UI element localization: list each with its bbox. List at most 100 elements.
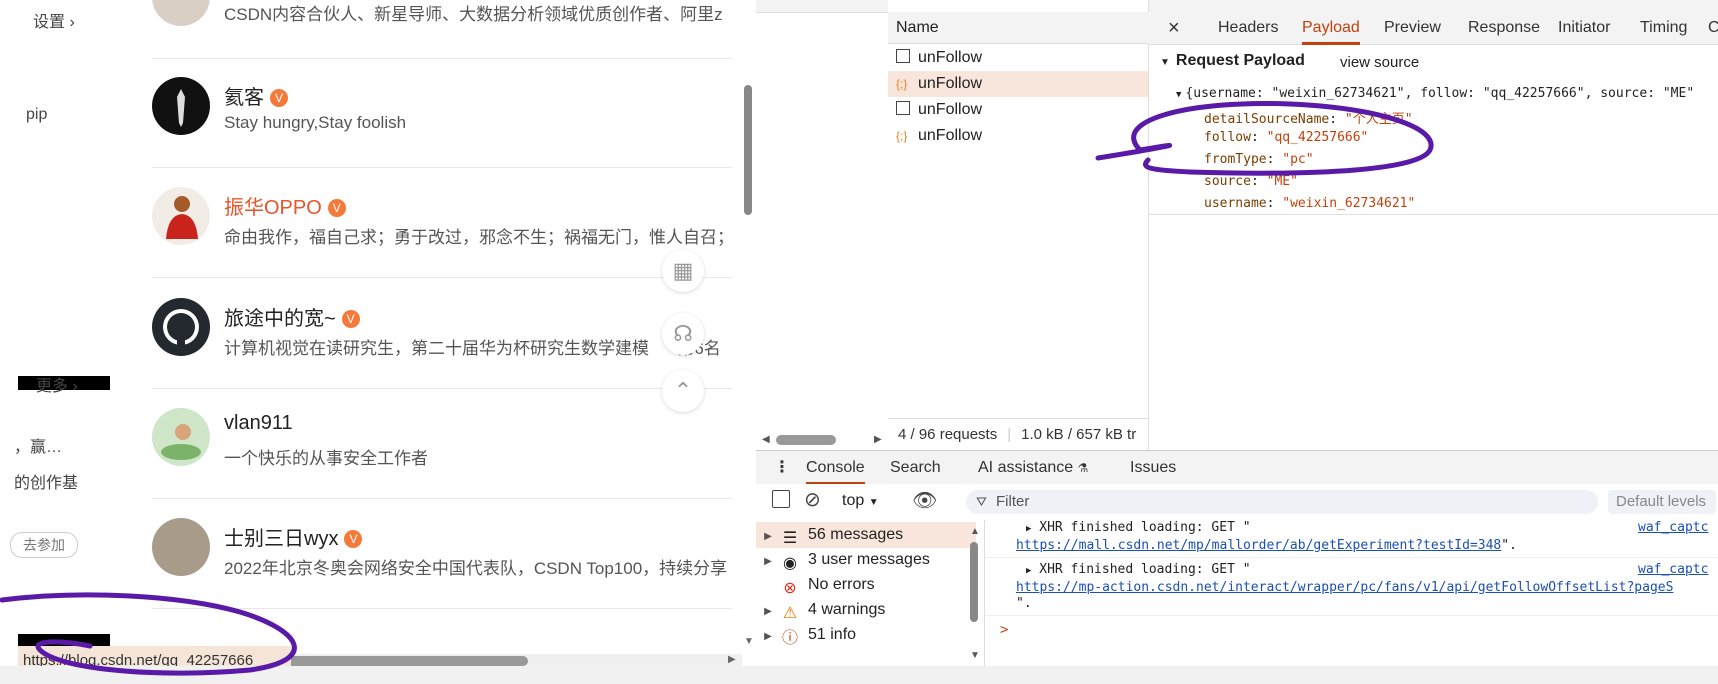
request-row[interactable]: {;} unFollow	[888, 123, 1148, 149]
payload-value: "ME"	[1266, 174, 1298, 189]
clear-console-icon[interactable]: ⊘	[804, 487, 821, 512]
payload-field: source: "ME"	[1204, 174, 1298, 189]
avatar[interactable]	[152, 518, 210, 576]
xhr-icon: {;}	[896, 129, 908, 143]
user-name[interactable]: 旅途中的宽~ V	[224, 302, 360, 331]
console-prompt[interactable]: >	[1000, 622, 1008, 638]
tab-timing[interactable]: Timing	[1640, 12, 1687, 44]
tab-initiator[interactable]: Initiator	[1558, 12, 1610, 44]
list-item[interactable]: vlan911 一个快乐的从事安全工作者	[152, 378, 732, 499]
back-to-top-icon[interactable]: ⌃	[662, 370, 704, 412]
user-name-text: 振华OPPO	[224, 197, 322, 219]
context-selector[interactable]: top ▼	[842, 492, 879, 510]
log-url-line: https://mall.csdn.net/mp/mallorder/ab/ge…	[1016, 538, 1517, 553]
drawer-menu-icon[interactable]: ⋮	[774, 451, 790, 485]
transfer-size: 1.0 kB / 657 kB tr	[1021, 426, 1137, 443]
log-url-link[interactable]: https://mp-action.csdn.net/interact/wrap…	[1016, 580, 1673, 595]
list-item[interactable]: 氦客 V Stay hungry,Stay foolish	[152, 47, 732, 168]
avatar[interactable]	[152, 77, 210, 135]
request-row[interactable]: unFollow	[888, 45, 1148, 71]
list-item[interactable]: 振华OPPO V 命由我作，福自己求；勇于改过，邪念不生；祸福无门，惟人自召；	[152, 157, 734, 278]
tab-cookies[interactable]: C	[1708, 12, 1718, 44]
sidebar-item-label: 3 user messages	[808, 551, 930, 568]
expand-icon: ▼	[1176, 90, 1182, 100]
sidebar-item-user-messages[interactable]: ▶ ◉ 3 user messages	[756, 547, 976, 573]
tab-preview[interactable]: Preview	[1384, 12, 1441, 44]
tab-ai-assistance[interactable]: AI assistance ⚗	[978, 451, 1088, 485]
user-name[interactable]: vlan911	[224, 412, 293, 435]
avatar-figure-icon	[166, 196, 198, 239]
request-row[interactable]: unFollow	[888, 97, 1148, 123]
verified-icon: V	[344, 530, 363, 548]
tab-search[interactable]: Search	[890, 451, 941, 485]
dropdown-icon: ▼	[868, 497, 879, 508]
tab-issues[interactable]: Issues	[1130, 451, 1176, 485]
name-column-header[interactable]: Name	[888, 12, 1148, 44]
view-source-link[interactable]: view source	[1340, 54, 1419, 71]
filter-icon: ⛛	[976, 494, 987, 509]
user-name[interactable]: 氦客 V	[224, 81, 288, 110]
sidebar-toggle-icon[interactable]	[772, 490, 790, 508]
scroll-down-icon[interactable]: ▼	[970, 650, 980, 661]
eye-icon[interactable]: 👁	[912, 488, 937, 513]
log-suffix: ".	[1501, 538, 1517, 553]
log-source-link[interactable]: waf_captc	[1638, 562, 1708, 577]
sidebar-item-messages[interactable]: ▶ ☰ 56 messages	[756, 522, 976, 548]
verified-icon: V	[341, 310, 360, 328]
sidebar-item-errors[interactable]: ⊗ No errors	[756, 572, 976, 598]
network-hscroll-thumb[interactable]	[776, 435, 836, 445]
log-entry[interactable]: ▶ XHR finished loading: GET "	[1026, 562, 1251, 577]
sidebar-item-warnings[interactable]: ▶ ⚠ 4 warnings	[756, 597, 976, 623]
payload-summary[interactable]: ▼ {username: "weixin_62734621", follow: "…	[1176, 86, 1694, 101]
log-entry[interactable]: ▶ XHR finished loading: GET "	[1026, 520, 1251, 535]
sidebar-item-info[interactable]: ▶ ⓘ 51 info	[756, 622, 976, 648]
sidebar-item-label: 4 warnings	[808, 601, 886, 618]
request-name: unFollow	[918, 101, 983, 118]
qrcode-icon[interactable]: ▦	[662, 250, 704, 292]
tab-headers[interactable]: Headers	[1218, 12, 1278, 44]
tab-console[interactable]: Console	[806, 451, 865, 485]
log-source[interactable]: waf_captc	[1638, 562, 1708, 577]
tab-payload[interactable]: Payload	[1302, 12, 1360, 45]
log-source[interactable]: waf_captc	[1638, 520, 1708, 535]
payload-section-header[interactable]: ▼ Request Payload	[1160, 52, 1305, 70]
detail-tabs: × Headers Payload Preview Response Initi…	[1148, 12, 1718, 45]
more-link[interactable]: 更多 ›	[36, 372, 78, 396]
log-url-link[interactable]: https://mall.csdn.net/mp/mallorder/ab/ge…	[1016, 538, 1501, 553]
scroll-right-icon[interactable]: ▶	[728, 654, 736, 665]
horizontal-scrollbar-thumb[interactable]	[270, 656, 528, 666]
page-scrollbar-thumb[interactable]	[744, 85, 752, 215]
log-levels-dropdown[interactable]: Default levels	[1608, 490, 1716, 514]
user-desc: CSDN内容合伙人、新星导师、大数据分析领域优质创作者、阿里z	[224, 5, 723, 24]
scroll-up-icon[interactable]: ▲	[970, 526, 980, 537]
user-name[interactable]: 士别三日wyx V	[224, 522, 363, 551]
network-hscroll[interactable]: ◀ ▶	[756, 430, 888, 450]
sidebar-item-label: 56 messages	[808, 526, 904, 543]
list-item[interactable]: 士别三日wyx V 2022年北京冬奥会网络安全中国代表队，CSDN Top100…	[152, 488, 732, 609]
expand-icon: ▶	[1026, 566, 1032, 576]
scroll-down-icon[interactable]: ▼	[744, 636, 754, 647]
console-filter-input[interactable]: ⛛ Filter	[966, 490, 1598, 514]
user-desc: 一个快乐的从事安全工作者	[224, 449, 428, 468]
sidebar-scrollbar-thumb[interactable]	[970, 542, 978, 622]
more-label: 更多	[36, 378, 69, 395]
log-source-link[interactable]: waf_captc	[1638, 520, 1708, 535]
avatar[interactable]	[152, 298, 210, 356]
scroll-left-icon[interactable]: ◀	[762, 434, 770, 445]
request-row[interactable]: {;} unFollow	[888, 71, 1148, 97]
scroll-right-icon[interactable]: ▶	[874, 434, 882, 445]
console-log-area: ▶ XHR finished loading: GET " waf_captc …	[986, 520, 1718, 684]
divider	[986, 615, 1718, 616]
headset-icon[interactable]: ☊	[662, 313, 704, 355]
user-name[interactable]: 振华OPPO V	[224, 191, 346, 220]
join-button[interactable]: 去参加	[10, 532, 78, 558]
left-panel-top: 设置 ›	[18, 0, 110, 92]
sidebar-item-label: 51 info	[808, 626, 857, 643]
list-item[interactable]: 旅途中的宽~ V 计算机视觉在读研究生，第二十届华为杯研究生数学建模 第6名	[152, 268, 732, 389]
close-icon[interactable]: ×	[1168, 12, 1180, 44]
avatar[interactable]	[152, 408, 210, 466]
expand-icon: ▶	[764, 631, 772, 642]
avatar[interactable]	[152, 187, 210, 245]
settings-link[interactable]: 设置 ›	[33, 8, 75, 32]
tab-response[interactable]: Response	[1468, 12, 1540, 44]
